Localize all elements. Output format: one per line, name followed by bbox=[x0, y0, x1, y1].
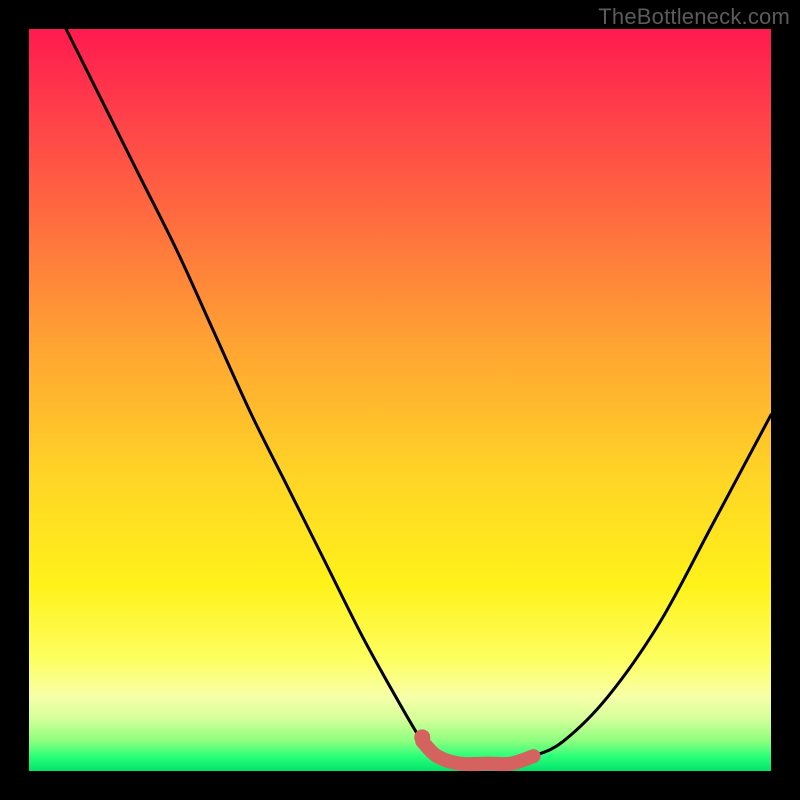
bottleneck-curve bbox=[66, 29, 771, 764]
watermark-text: TheBottleneck.com bbox=[598, 4, 790, 30]
optimal-range-highlight bbox=[422, 741, 533, 764]
plot-area bbox=[29, 29, 771, 771]
optimal-range-start-dot bbox=[414, 729, 430, 745]
curve-svg bbox=[29, 29, 771, 771]
chart-frame: TheBottleneck.com bbox=[0, 0, 800, 800]
